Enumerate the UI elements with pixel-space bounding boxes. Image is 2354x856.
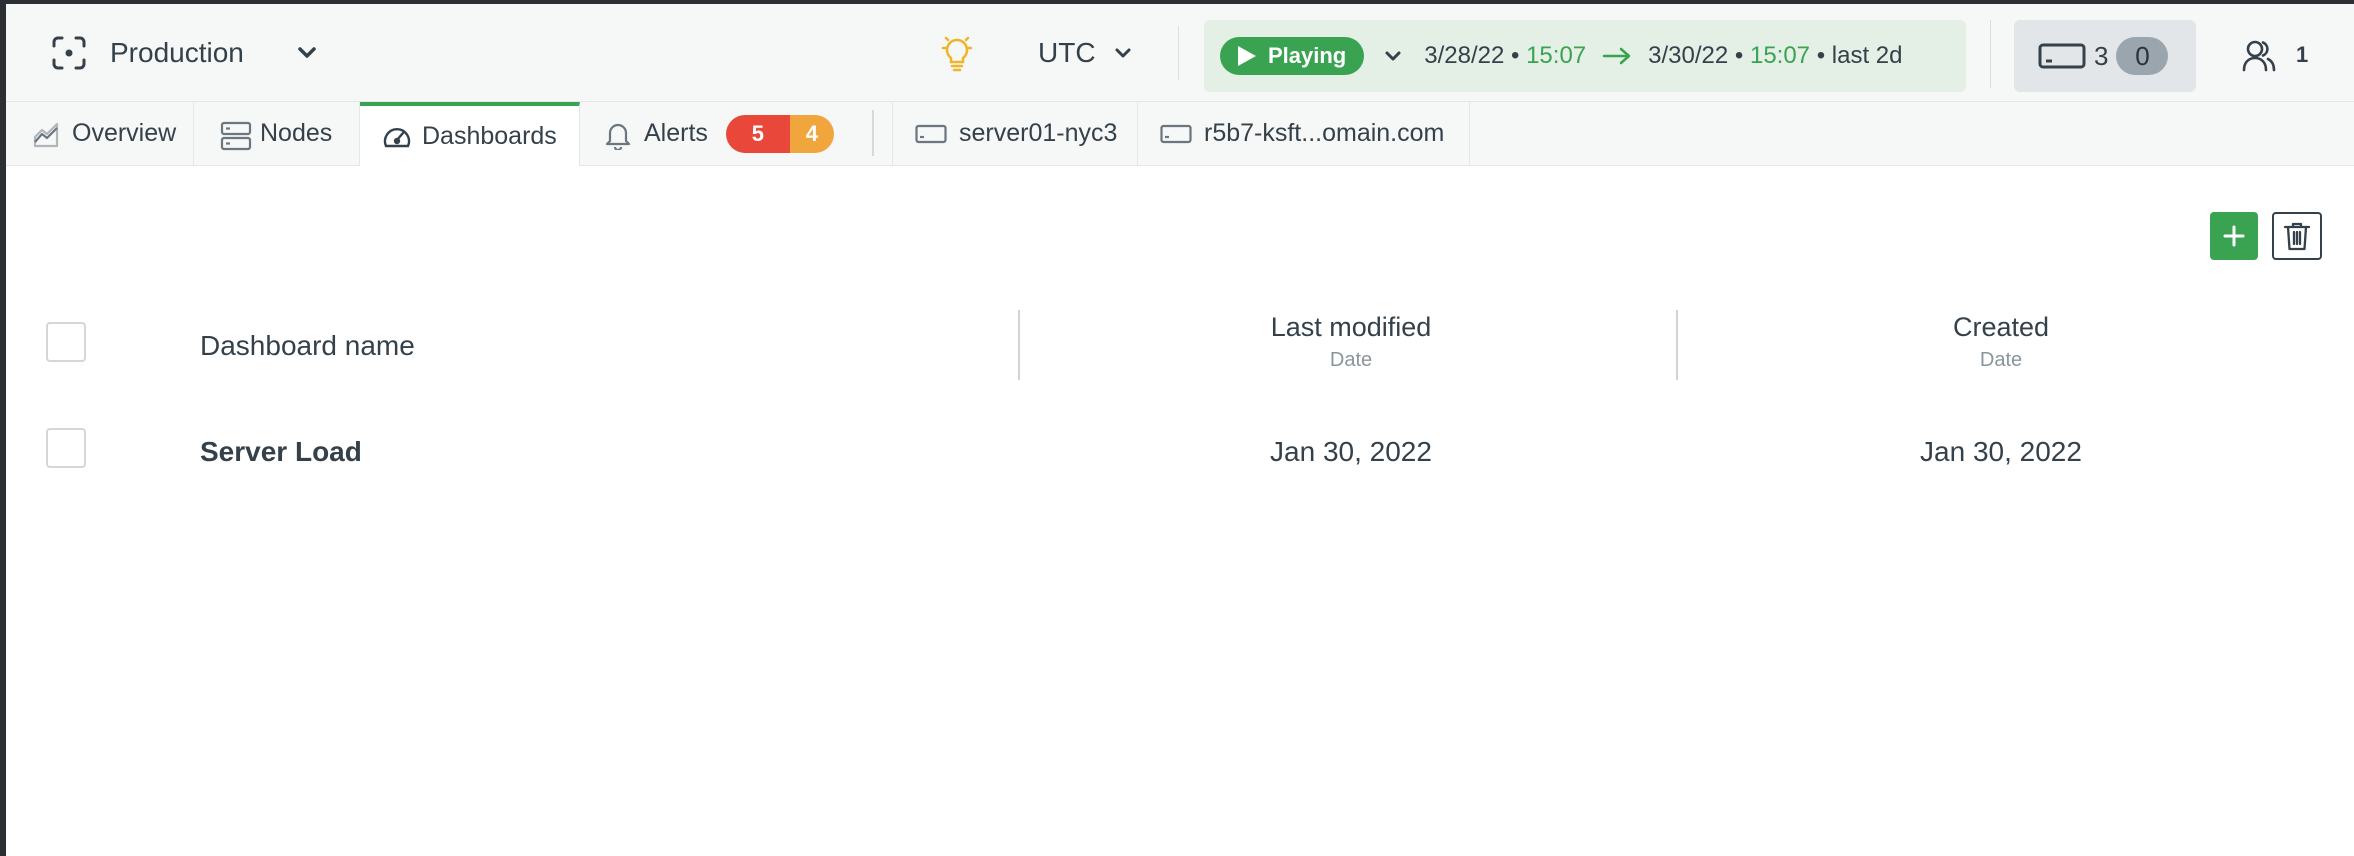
chart-area-icon bbox=[32, 120, 60, 148]
tab-node-r5b7[interactable]: r5b7-ksft...omain.com bbox=[1138, 102, 1470, 165]
tab-overview[interactable]: Overview bbox=[6, 102, 194, 165]
nodes-icon bbox=[220, 120, 252, 150]
column-divider[interactable] bbox=[1676, 310, 1678, 380]
server-icon bbox=[1160, 124, 1192, 144]
tab-divider bbox=[872, 110, 874, 156]
tab-nodes-label: Nodes bbox=[260, 119, 333, 147]
range-end-date: 3/30/22 bbox=[1648, 42, 1729, 69]
alert-badges: 5 4 bbox=[725, 114, 834, 153]
members-count: 1 bbox=[2296, 42, 2309, 67]
add-dashboard-button[interactable] bbox=[2210, 212, 2258, 260]
timezone-label: UTC bbox=[1038, 37, 1096, 68]
tab-node-server01[interactable]: server01-nyc3 bbox=[892, 102, 1138, 165]
divider bbox=[1990, 20, 1991, 88]
tab-dashboards-label: Dashboards bbox=[422, 121, 557, 150]
delete-dashboard-button[interactable] bbox=[2272, 212, 2322, 260]
tab-node-label: server01-nyc3 bbox=[959, 119, 1118, 147]
bullet: • bbox=[1734, 42, 1744, 69]
play-button[interactable]: Playing bbox=[1220, 37, 1365, 75]
time-range-panel: Playing 3/28/22 • 15:07 3/30/22 • 15:07 … bbox=[1204, 20, 1966, 92]
theme-toggle-lightbulb-icon[interactable] bbox=[940, 34, 974, 72]
row-checkbox[interactable] bbox=[46, 428, 86, 468]
last-modified-cell: Jan 30, 2022 bbox=[1270, 436, 1432, 467]
timezone-selector[interactable]: UTC bbox=[1038, 37, 1132, 69]
divider bbox=[1178, 26, 1179, 80]
gauge-icon bbox=[382, 122, 411, 150]
tab-node-label: r5b7-ksft...omain.com bbox=[1204, 119, 1445, 147]
created-cell: Jan 30, 2022 bbox=[1920, 436, 2082, 467]
nodes-count: 3 bbox=[2094, 40, 2109, 71]
server-icon bbox=[2038, 42, 2086, 70]
bullet: • bbox=[1816, 42, 1826, 69]
column-subtitle: Date bbox=[1329, 349, 1373, 371]
bell-icon bbox=[604, 120, 632, 150]
arrow-right-icon bbox=[1602, 46, 1632, 66]
column-header-name[interactable]: Dashboard name bbox=[200, 330, 415, 362]
plus-icon bbox=[2223, 225, 2245, 247]
range-start-time: 15:07 bbox=[1526, 42, 1587, 69]
critical-alerts-badge: 5 bbox=[725, 114, 790, 153]
column-header-created[interactable]: Created Date bbox=[1686, 312, 2316, 372]
column-subtitle: Date bbox=[1979, 349, 2023, 371]
tab-overview-label: Overview bbox=[72, 119, 177, 147]
members-button[interactable]: 1 bbox=[2242, 38, 2308, 72]
chevron-down-icon[interactable] bbox=[1384, 47, 1402, 65]
column-title: Last modified bbox=[1270, 312, 1432, 342]
top-header: Production UTC Playing 3/28/22 • 15:07 3… bbox=[6, 4, 2354, 102]
trash-icon bbox=[2283, 221, 2311, 251]
chevron-down-icon bbox=[1114, 44, 1132, 62]
dashboard-name-link[interactable]: Server Load bbox=[200, 436, 362, 468]
select-all-checkbox[interactable] bbox=[46, 322, 86, 362]
bullet: • bbox=[1511, 42, 1520, 69]
play-label: Playing bbox=[1268, 43, 1347, 68]
range-start-date: 3/28/22 bbox=[1424, 42, 1505, 69]
play-icon bbox=[1234, 44, 1258, 68]
chevron-down-icon[interactable] bbox=[296, 42, 318, 64]
tab-bar: Overview Nodes Dashboards Alerts 5 4 ser… bbox=[6, 102, 2354, 166]
tab-alerts[interactable]: Alerts 5 4 bbox=[580, 102, 864, 165]
range-end-time: 15:07 bbox=[1749, 42, 1811, 69]
tab-dashboards[interactable]: Dashboards bbox=[360, 102, 580, 166]
space-selector[interactable]: Production bbox=[50, 30, 318, 76]
server-icon bbox=[915, 124, 947, 144]
nodes-status-button[interactable]: 3 0 bbox=[2014, 20, 2196, 92]
column-divider[interactable] bbox=[1018, 310, 1020, 380]
nodes-offline-pill: 0 bbox=[2116, 37, 2169, 75]
range-period: last 2d bbox=[1831, 42, 1903, 69]
warning-alerts-badge: 4 bbox=[789, 114, 834, 153]
date-range-picker[interactable]: 3/28/22 • 15:07 3/30/22 • 15:07 • last 2… bbox=[1424, 42, 1902, 70]
users-icon bbox=[2242, 38, 2276, 72]
tab-nodes[interactable]: Nodes bbox=[194, 102, 360, 165]
column-title: Created bbox=[1952, 312, 2050, 342]
tab-alerts-label: Alerts bbox=[644, 119, 708, 147]
column-header-last-modified[interactable]: Last modified Date bbox=[1026, 312, 1676, 372]
space-name: Production bbox=[110, 37, 244, 68]
space-icon bbox=[50, 34, 88, 72]
